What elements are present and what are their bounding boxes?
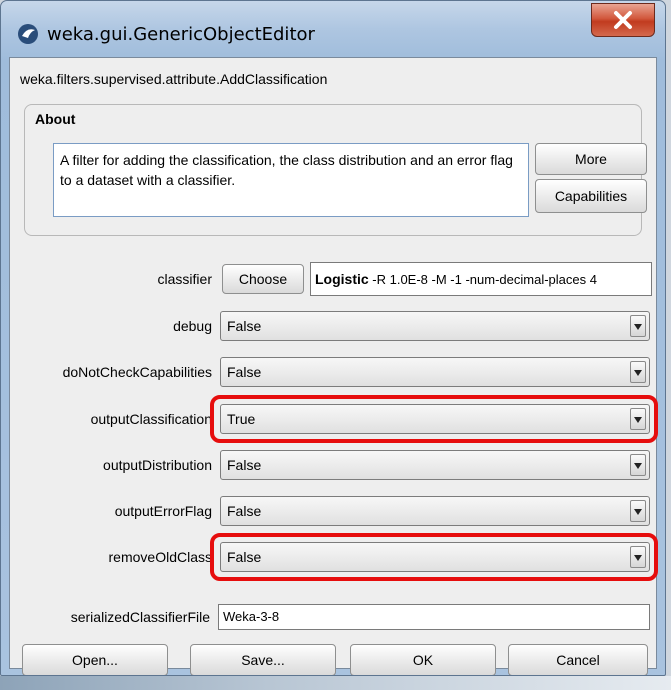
chevron-down-icon[interactable] xyxy=(630,454,646,476)
classifier-config-field[interactable]: Logistic -R 1.0E-8 -M -1 -num-decimal-pl… xyxy=(310,262,652,296)
chevron-down-icon[interactable] xyxy=(630,500,646,522)
chevron-down-icon[interactable] xyxy=(630,361,646,383)
save-button[interactable]: Save... xyxy=(190,644,336,675)
classifier-options: -R 1.0E-8 -M -1 -num-decimal-places 4 xyxy=(368,272,597,287)
more-button[interactable]: More xyxy=(535,143,647,175)
ok-button[interactable]: OK xyxy=(350,644,496,675)
window-title: weka.gui.GenericObjectEditor xyxy=(47,24,315,45)
capabilities-button[interactable]: Capabilities xyxy=(535,179,647,213)
output-distribution-dropdown[interactable]: False xyxy=(220,450,650,480)
object-class-name: weka.filters.supervised.attribute.AddCla… xyxy=(20,71,328,87)
output-error-flag-label: outputErrorFlag xyxy=(114,503,212,519)
generic-object-editor-window: weka.gui.GenericObjectEditor weka.filter… xyxy=(0,0,666,676)
output-error-flag-value: False xyxy=(227,503,262,519)
choose-classifier-button[interactable]: Choose xyxy=(222,264,304,294)
classifier-name: Logistic xyxy=(315,271,369,287)
close-icon xyxy=(614,11,632,29)
highlight-remove-old-class xyxy=(210,533,658,581)
weka-bird-icon xyxy=(18,24,38,44)
do-not-check-capabilities-label: doNotCheckCapabilities xyxy=(62,364,212,380)
output-classification-label: outputClassification xyxy=(90,411,212,427)
serialized-classifier-file-input[interactable]: Weka-3-8 xyxy=(218,604,650,630)
debug-dropdown[interactable]: False xyxy=(220,311,650,341)
debug-value: False xyxy=(227,318,262,334)
remove-old-class-label: removeOldClass xyxy=(108,549,212,565)
classifier-label: classifier xyxy=(157,271,212,287)
do-not-check-capabilities-dropdown[interactable]: False xyxy=(220,357,650,387)
about-description: A filter for adding the classification, … xyxy=(53,143,529,217)
title-bar[interactable]: weka.gui.GenericObjectEditor xyxy=(1,1,665,57)
about-panel: About A filter for adding the classifica… xyxy=(24,104,647,236)
editor-panel: weka.filters.supervised.attribute.AddCla… xyxy=(9,57,658,675)
output-error-flag-dropdown[interactable]: False xyxy=(220,496,650,526)
serialized-classifier-file-label: serializedClassifierFile xyxy=(70,609,210,625)
debug-label: debug xyxy=(173,318,212,334)
close-button[interactable] xyxy=(591,3,655,37)
cancel-button[interactable]: Cancel xyxy=(508,644,648,675)
highlight-output-classification xyxy=(210,395,658,443)
output-distribution-value: False xyxy=(227,457,262,473)
chevron-down-icon[interactable] xyxy=(630,315,646,337)
about-title: About xyxy=(35,111,76,127)
open-button[interactable]: Open... xyxy=(22,644,168,675)
desktop-background xyxy=(0,676,671,690)
do-not-check-capabilities-value: False xyxy=(227,364,262,380)
output-distribution-label: outputDistribution xyxy=(103,457,212,473)
